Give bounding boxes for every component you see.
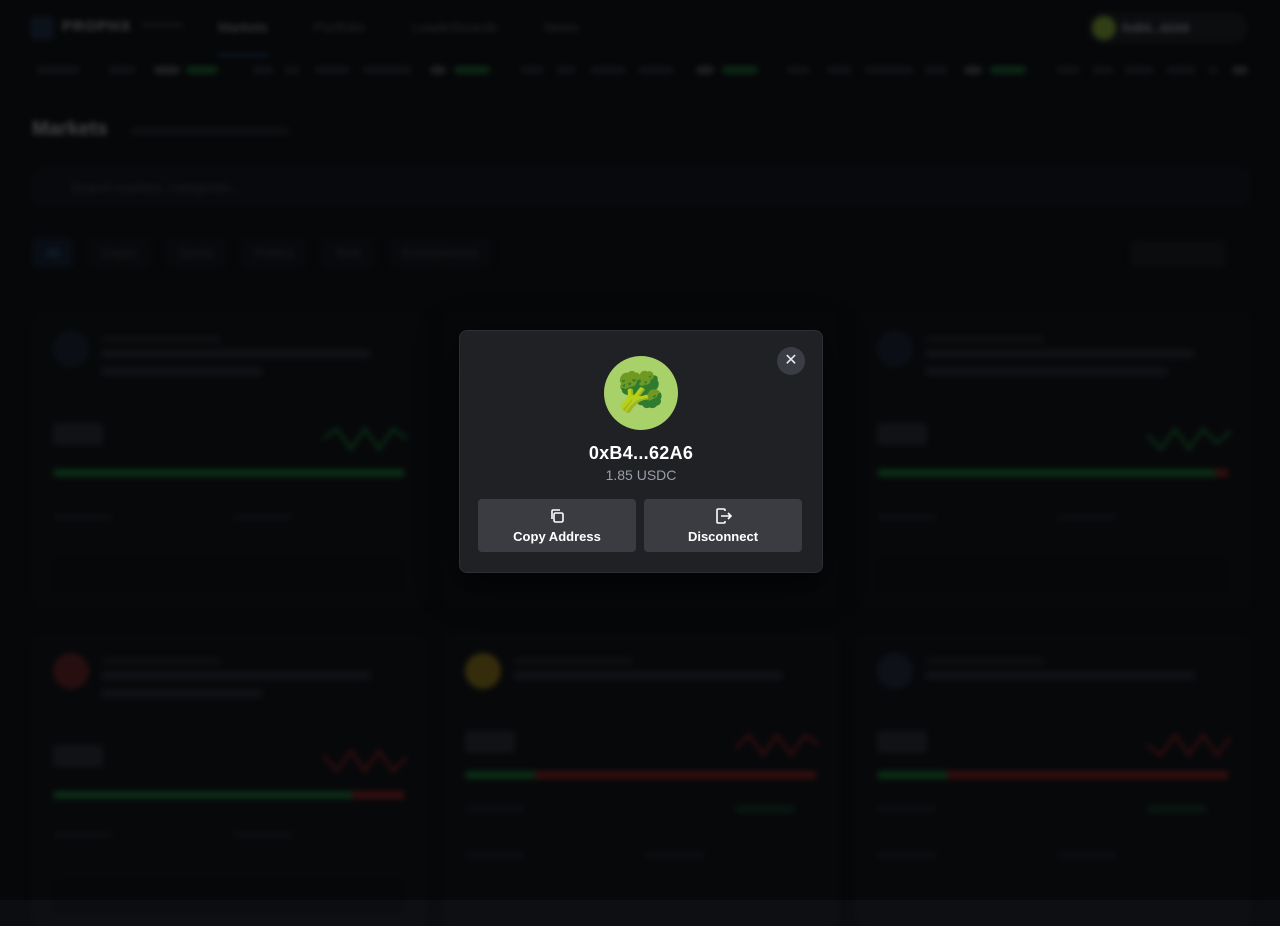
logout-icon — [716, 508, 733, 524]
close-icon[interactable]: ✕ — [777, 347, 805, 375]
copy-address-button[interactable]: Copy Address — [478, 499, 636, 552]
copy-icon — [551, 509, 564, 523]
disconnect-button[interactable]: Disconnect — [644, 499, 802, 552]
wallet-avatar-icon: 🥦 — [604, 356, 678, 430]
wallet-balance: 1.85 USDC — [605, 467, 677, 483]
disconnect-label: Disconnect — [687, 529, 759, 544]
wallet-modal: ✕ 🥦 0xB4...62A6 1.85 USDC Copy Address D… — [459, 330, 823, 573]
copy-address-label: Copy Address — [513, 529, 601, 544]
wallet-address: 0xB4...62A6 — [588, 443, 694, 463]
